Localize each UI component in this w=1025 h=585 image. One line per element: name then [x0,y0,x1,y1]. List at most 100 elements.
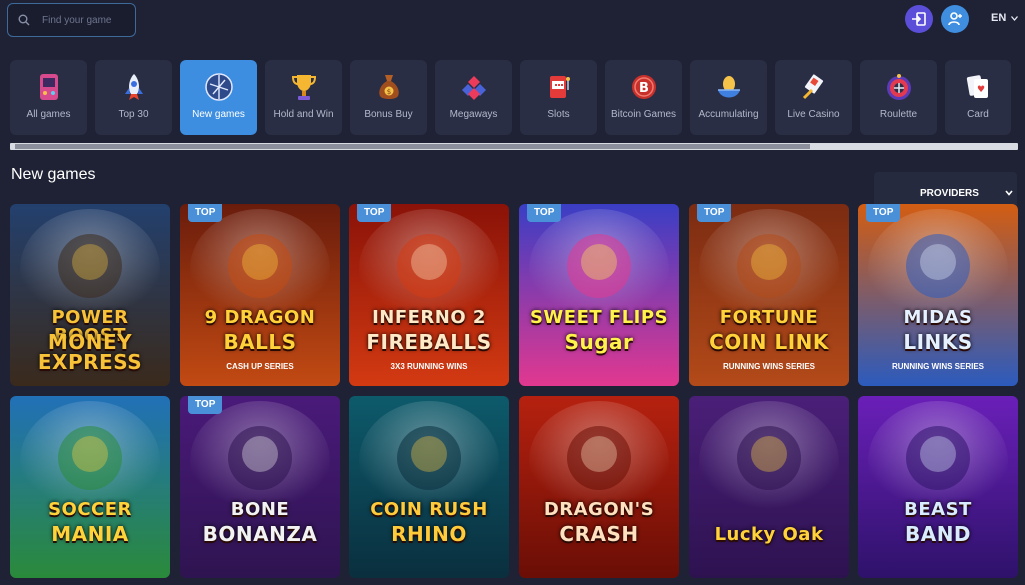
category-label: Hold and Win [273,109,334,120]
login-icon [912,12,926,26]
category-label: Card [967,109,989,120]
game-tile[interactable]: SWEET FLIPS Sugar TOP [519,204,679,386]
game-title-line-2: BALLS [223,330,297,354]
top-badge: TOP [527,204,562,222]
game-tile[interactable]: INFERNO 2 FIREBALLS 3X3 RUNNING WINS TOP [349,204,509,386]
game-title-line-1: FORTUNE [719,307,819,328]
category-label: Accumulating [698,109,759,120]
slot-machine-icon [543,71,575,103]
trophy-icon [288,71,320,103]
category-label: Bonus Buy [364,109,413,120]
top-badge: TOP [188,396,223,414]
category-card[interactable]: ♥ Card [945,60,1011,135]
game-title-line-1: 9 DRAGON [204,307,316,328]
money-bag-icon: $ [373,71,405,103]
top-badge: TOP [697,204,732,222]
category-label: All games [26,109,71,120]
joystick-icon [33,71,65,103]
scrollbar-thumb[interactable] [15,144,810,149]
game-artwork [858,204,1018,386]
category-label: New games [192,109,245,120]
bitcoin-icon: B [628,71,660,103]
category-label: Roulette [879,109,918,120]
category-bar: All games Top 30 New games Hold and Win … [10,60,1025,135]
game-tile[interactable]: BONE BONANZA TOP [180,396,340,578]
login-button[interactable] [905,5,933,33]
category-accumulating[interactable]: Accumulating [690,60,767,135]
svg-text:$: $ [386,88,390,96]
game-title-line-2: FIREBALLS [366,330,492,354]
game-title-line-2: BAND [904,522,972,546]
game-subtitle: CASH UP SERIES [226,362,294,371]
category-slots[interactable]: Slots [520,60,597,135]
top-badge: TOP [866,204,901,222]
section-title: New games [11,166,96,183]
search-input[interactable] [42,14,127,26]
category-roulette[interactable]: Roulette [860,60,937,135]
game-title-line-2: CRASH [559,522,639,546]
game-artwork [519,396,679,578]
category-scrollbar[interactable] [10,143,1018,150]
top-badge: TOP [188,204,223,222]
game-subtitle: RUNNING WINS SERIES [891,362,984,371]
game-artwork [858,396,1018,578]
providers-label: PROVIDERS [920,187,979,199]
game-subtitle: RUNNING WINS SERIES [722,362,815,371]
game-title-line-1: MIDAS [903,307,973,328]
category-label: Megaways [449,109,498,120]
game-tile[interactable]: 9 DRAGON BALLS CASH UP SERIES TOP [180,204,340,386]
game-title-line-1: SWEET FLIPS [529,307,669,328]
category-all-games[interactable]: All games [10,60,87,135]
game-artwork [180,204,340,386]
game-title-line-2: RHINO [391,522,467,546]
game-title-line-1: INFERNO 2 [372,307,486,328]
game-artwork [10,396,170,578]
egg-icon [713,71,745,103]
game-tile[interactable]: POWER BOOST MONEY EXPRESS [10,204,170,386]
game-tile[interactable]: MIDAS LINKS RUNNING WINS SERIES TOP [858,204,1018,386]
category-top-30[interactable]: Top 30 [95,60,172,135]
category-bitcoin-games[interactable]: B Bitcoin Games [605,60,682,135]
svg-text:♥: ♥ [977,85,985,95]
category-new-games[interactable]: New games [180,60,257,135]
game-artwork [180,396,340,578]
search-box[interactable] [7,3,136,37]
svg-text:B: B [639,81,649,96]
search-icon [18,14,30,26]
game-artwork [349,204,509,386]
game-tile[interactable]: DRAGON'S CRASH [519,396,679,578]
live-casino-icon [798,71,830,103]
game-title-line-2: Sugar [564,330,634,354]
language-selector[interactable]: EN [991,12,1019,24]
add-user-icon [948,12,962,26]
category-label: Live Casino [787,109,840,120]
game-title-line-1: COIN RUSH [370,499,488,520]
category-label: Bitcoin Games [610,109,677,120]
game-tile[interactable]: Lucky Oak [689,396,849,578]
chevron-down-icon [1005,190,1013,196]
game-title-line-2: MANIA [51,522,129,546]
roulette-icon [883,71,915,103]
category-live-casino[interactable]: Live Casino [775,60,852,135]
game-title-line-2: MONEY EXPRESS [37,330,143,374]
game-title-line-1: BEAST [904,499,972,520]
category-bonus-buy[interactable]: $ Bonus Buy [350,60,427,135]
top-badge: TOP [357,204,392,222]
category-hold-and-win[interactable]: Hold and Win [265,60,342,135]
game-title-line-1: DRAGON'S [543,499,655,520]
category-label: Top 30 [118,109,149,120]
game-tile[interactable]: BEAST BAND [858,396,1018,578]
game-title-line-1: SOCCER [48,499,132,520]
game-tile[interactable]: SOCCER MANIA [10,396,170,578]
register-button[interactable] [941,5,969,33]
game-artwork [689,396,849,578]
game-artwork [519,204,679,386]
chevron-down-icon [1011,15,1019,21]
game-title-line-2: LINKS [903,330,973,354]
megaways-icon [458,71,490,103]
game-title-line-1: BONE [230,499,290,520]
game-tile[interactable]: FORTUNE COIN LINK RUNNING WINS SERIES TOP [689,204,849,386]
category-megaways[interactable]: Megaways [435,60,512,135]
game-subtitle: 3X3 RUNNING WINS [390,362,468,371]
game-tile[interactable]: COIN RUSH RHINO [349,396,509,578]
